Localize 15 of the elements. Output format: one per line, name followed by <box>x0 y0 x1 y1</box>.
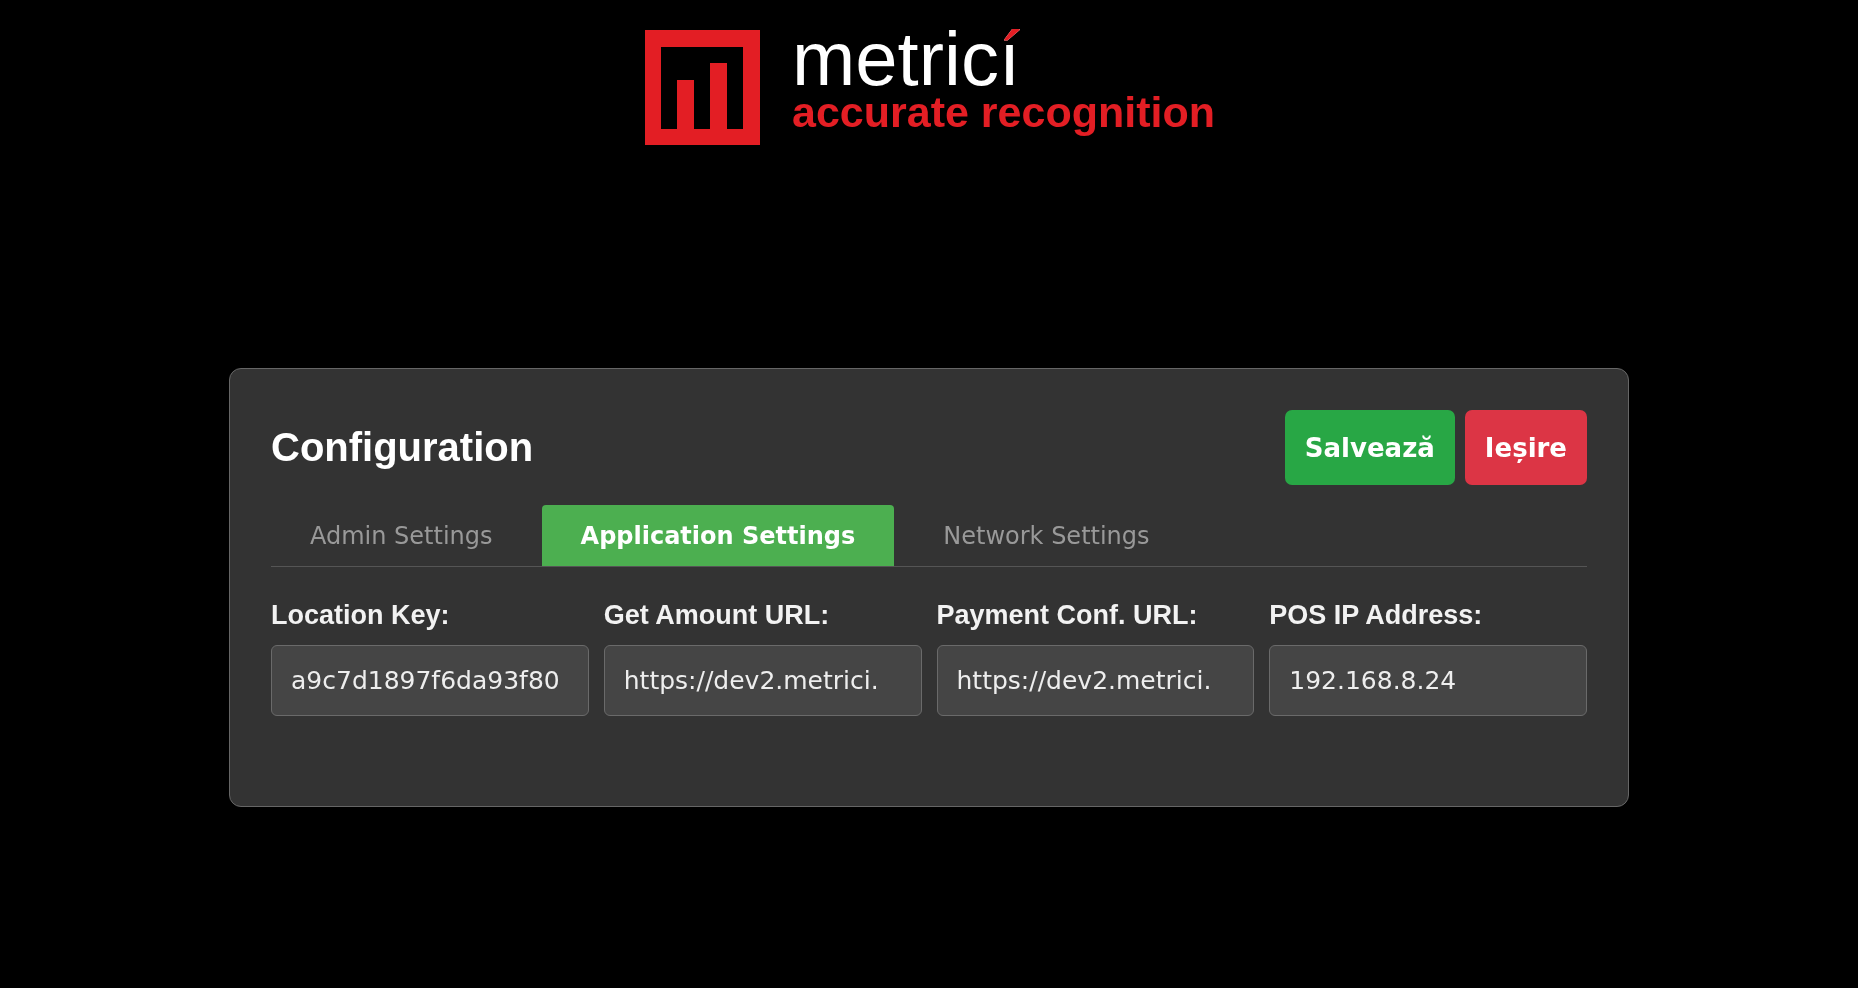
exit-button[interactable]: Ieșire <box>1464 410 1587 485</box>
save-button[interactable]: Salvează <box>1284 410 1455 485</box>
logo-icon <box>645 30 760 145</box>
field-label: POS IP Address: <box>1269 599 1484 631</box>
field-label: Location Key: <box>271 599 451 631</box>
panel-title: Configuration <box>271 425 534 470</box>
tab[interactable]: Admin Settings <box>271 505 532 566</box>
text-field[interactable]: https://dev2.metrici. <box>936 645 1255 716</box>
text-field[interactable]: a9c7d1897f6da93f80 <box>271 645 589 716</box>
text-field[interactable]: 192.168.8.24 <box>1269 645 1587 716</box>
tab[interactable]: Application Settings <box>541 505 895 566</box>
field-label: Payment Conf. URL: <box>936 599 1199 631</box>
tab[interactable]: Network Settings <box>904 505 1189 566</box>
text-field[interactable]: https://dev2.metrici. <box>603 645 922 716</box>
field-label: Get Amount URL: <box>603 599 831 631</box>
